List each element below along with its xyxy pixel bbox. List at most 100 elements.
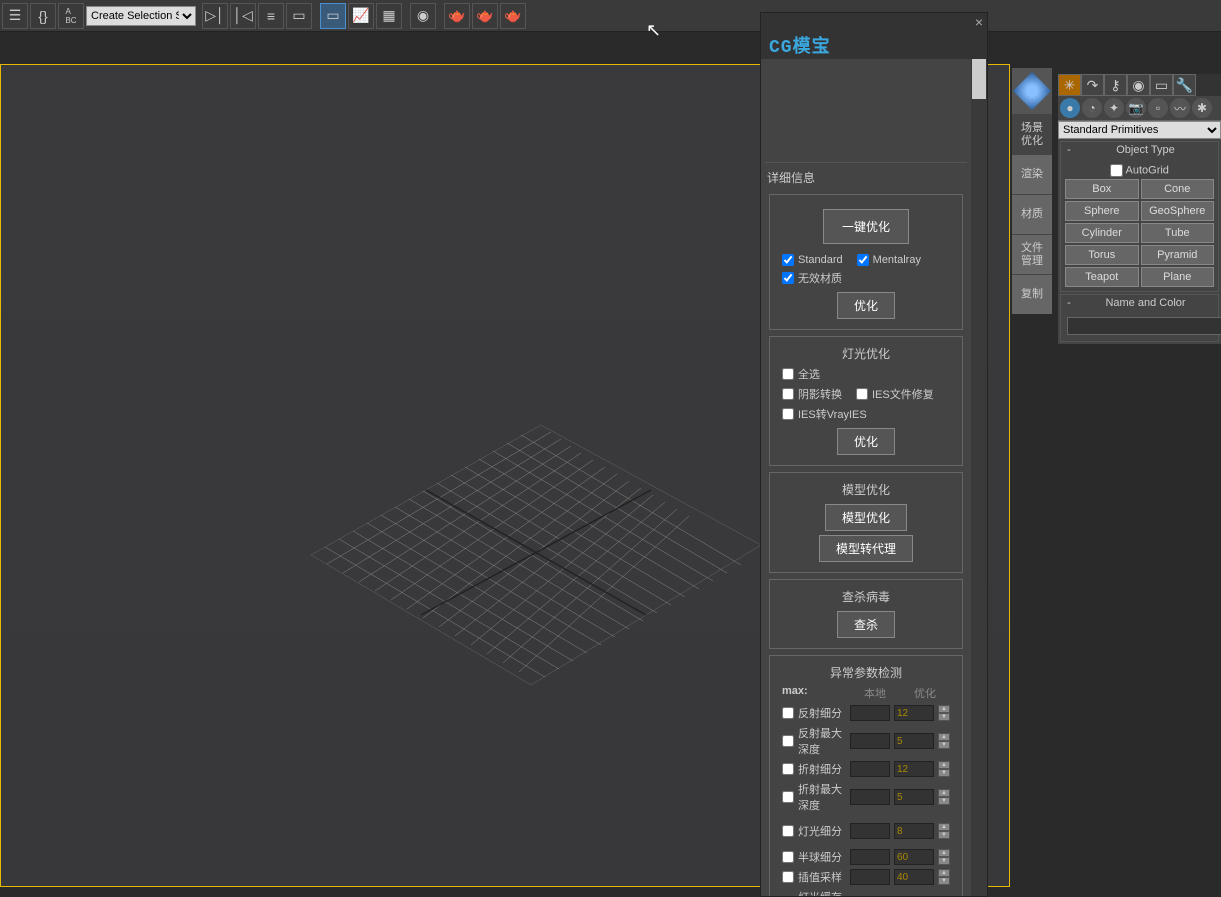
object-button-cone[interactable]: Cone [1141, 179, 1215, 199]
name-color-rollout: -Name and Color [1060, 294, 1219, 342]
shapes-icon[interactable]: ◔ [1082, 98, 1102, 118]
object-button-plane[interactable]: Plane [1141, 267, 1215, 287]
param-checkbox[interactable] [782, 791, 794, 803]
spinner[interactable]: ▲▼ [938, 733, 950, 749]
spinner[interactable]: ▲▼ [938, 705, 950, 721]
object-button-pyramid[interactable]: Pyramid [1141, 245, 1215, 265]
material-editor-icon[interactable]: ◉ [410, 3, 436, 29]
spinner[interactable]: ▲▼ [938, 869, 950, 885]
nav-tab-0[interactable]: 场景优化 [1012, 114, 1052, 154]
param-opt-input[interactable] [894, 733, 934, 749]
nav-tab-1[interactable]: 渲染 [1012, 154, 1052, 194]
select-all-checkbox[interactable]: 全选 [782, 366, 820, 382]
mentalray-checkbox[interactable]: Mentalray [857, 254, 921, 266]
utilities-tab-icon[interactable]: 🔧 [1173, 74, 1196, 96]
param-opt-input[interactable] [894, 761, 934, 777]
model-to-proxy-button[interactable]: 模型转代理 [819, 535, 913, 562]
align-tool-icon[interactable]: ≡ [258, 3, 284, 29]
param-local-input[interactable] [850, 823, 890, 839]
param-checkbox[interactable] [782, 763, 794, 775]
invalid-material-checkbox[interactable]: 无效材质 [782, 270, 842, 286]
modify-tab-icon[interactable]: ↷ [1081, 74, 1104, 96]
nav-tab-4[interactable]: 复制 [1012, 274, 1052, 314]
object-name-input[interactable] [1067, 317, 1221, 335]
autogrid-checkbox[interactable]: AutoGrid [1065, 162, 1214, 179]
preview-area [765, 63, 967, 163]
param-row: 反射最大深度▲▼ [776, 723, 956, 759]
param-row: 插值采样▲▼ [776, 867, 956, 887]
render-icon[interactable]: 🫖 [500, 3, 526, 29]
param-local-input[interactable] [850, 733, 890, 749]
geometry-icon[interactable]: ● [1060, 98, 1080, 118]
motion-tab-icon[interactable]: ◉ [1127, 74, 1150, 96]
param-opt-input[interactable] [894, 849, 934, 865]
spacewarps-icon[interactable]: 〰 [1170, 98, 1190, 118]
render-frame-icon[interactable]: 🫖 [472, 3, 498, 29]
optimize-button-1[interactable]: 优化 [837, 292, 895, 319]
object-button-cylinder[interactable]: Cylinder [1065, 223, 1139, 243]
display-tab-icon[interactable]: ▭ [1150, 74, 1173, 96]
mirror-icon[interactable]: ▷│ [202, 3, 228, 29]
nav-tab-3[interactable]: 文件管理 [1012, 234, 1052, 274]
object-button-teapot[interactable]: Teapot [1065, 267, 1139, 287]
render-setup-icon[interactable]: 🫖 [444, 3, 470, 29]
tool-btn-2[interactable]: {} [30, 3, 56, 29]
spinner[interactable]: ▲▼ [938, 849, 950, 865]
param-local-input[interactable] [850, 869, 890, 885]
optimize-button-2[interactable]: 优化 [837, 428, 895, 455]
spinner[interactable]: ▲▼ [938, 761, 950, 777]
scrollbar[interactable] [971, 59, 987, 896]
curve-editor-icon[interactable]: ▭ [320, 3, 346, 29]
param-local-input[interactable] [850, 849, 890, 865]
cameras-icon[interactable]: 📷 [1126, 98, 1146, 118]
primitives-dropdown[interactable]: Standard Primitives [1058, 121, 1221, 139]
spinner[interactable]: ▲▼ [938, 789, 950, 805]
param-row: 反射细分 ▲▼ [776, 703, 956, 723]
param-label: 灯光缓存细分 [798, 889, 846, 896]
param-label: 反射细分 [798, 705, 846, 721]
model-optimize-button[interactable]: 模型优化 [825, 504, 907, 531]
tool-btn-1[interactable]: ☰ [2, 3, 28, 29]
param-opt-input[interactable] [894, 789, 934, 805]
object-button-geosphere[interactable]: GeoSphere [1141, 201, 1215, 221]
param-checkbox[interactable] [782, 851, 794, 863]
param-opt-input[interactable] [894, 869, 934, 885]
param-local-input[interactable] [850, 789, 890, 805]
diamond-icon[interactable] [1013, 72, 1051, 110]
object-button-sphere[interactable]: Sphere [1065, 201, 1139, 221]
ies-repair-checkbox[interactable]: IES文件修复 [856, 386, 934, 402]
systems-icon[interactable]: ✱ [1192, 98, 1212, 118]
virus-scan-button[interactable]: 查杀 [837, 611, 895, 638]
object-button-box[interactable]: Box [1065, 179, 1139, 199]
param-label: 半球细分 [798, 849, 846, 865]
spinner[interactable]: ▲▼ [938, 823, 950, 839]
schematic-icon[interactable]: ▦ [376, 3, 402, 29]
param-local-input[interactable] [850, 705, 890, 721]
param-checkbox[interactable] [782, 825, 794, 837]
detail-label: 详细信息 [761, 167, 971, 188]
layer-icon[interactable]: ▭ [286, 3, 312, 29]
param-opt-input[interactable] [894, 823, 934, 839]
helpers-icon[interactable]: ▫ [1148, 98, 1168, 118]
create-tab-icon[interactable]: ✳ [1058, 74, 1081, 96]
cg-panel-titlebar[interactable]: × [761, 13, 987, 31]
param-checkbox[interactable] [782, 871, 794, 883]
object-button-torus[interactable]: Torus [1065, 245, 1139, 265]
shadow-convert-checkbox[interactable]: 阴影转换 [782, 386, 842, 402]
param-checkbox[interactable] [782, 735, 794, 747]
align-icon[interactable]: │◁ [230, 3, 256, 29]
close-icon[interactable]: × [975, 14, 983, 30]
selection-set-dropdown[interactable]: Create Selection Se [86, 6, 196, 26]
param-local-input[interactable] [850, 761, 890, 777]
param-opt-input[interactable] [894, 705, 934, 721]
lights-icon[interactable]: ✦ [1104, 98, 1124, 118]
standard-checkbox[interactable]: Standard [782, 254, 843, 266]
graph-icon[interactable]: 📈 [348, 3, 374, 29]
nav-tab-2[interactable]: 材质 [1012, 194, 1052, 234]
object-button-tube[interactable]: Tube [1141, 223, 1215, 243]
tool-btn-abc[interactable]: ABC [58, 3, 84, 29]
hierarchy-tab-icon[interactable]: ⚷ [1104, 74, 1127, 96]
one-key-optimize-button[interactable]: 一键优化 [823, 209, 909, 244]
ies-to-vray-checkbox[interactable]: IES转VrayIES [782, 406, 867, 422]
param-checkbox[interactable] [782, 707, 794, 719]
